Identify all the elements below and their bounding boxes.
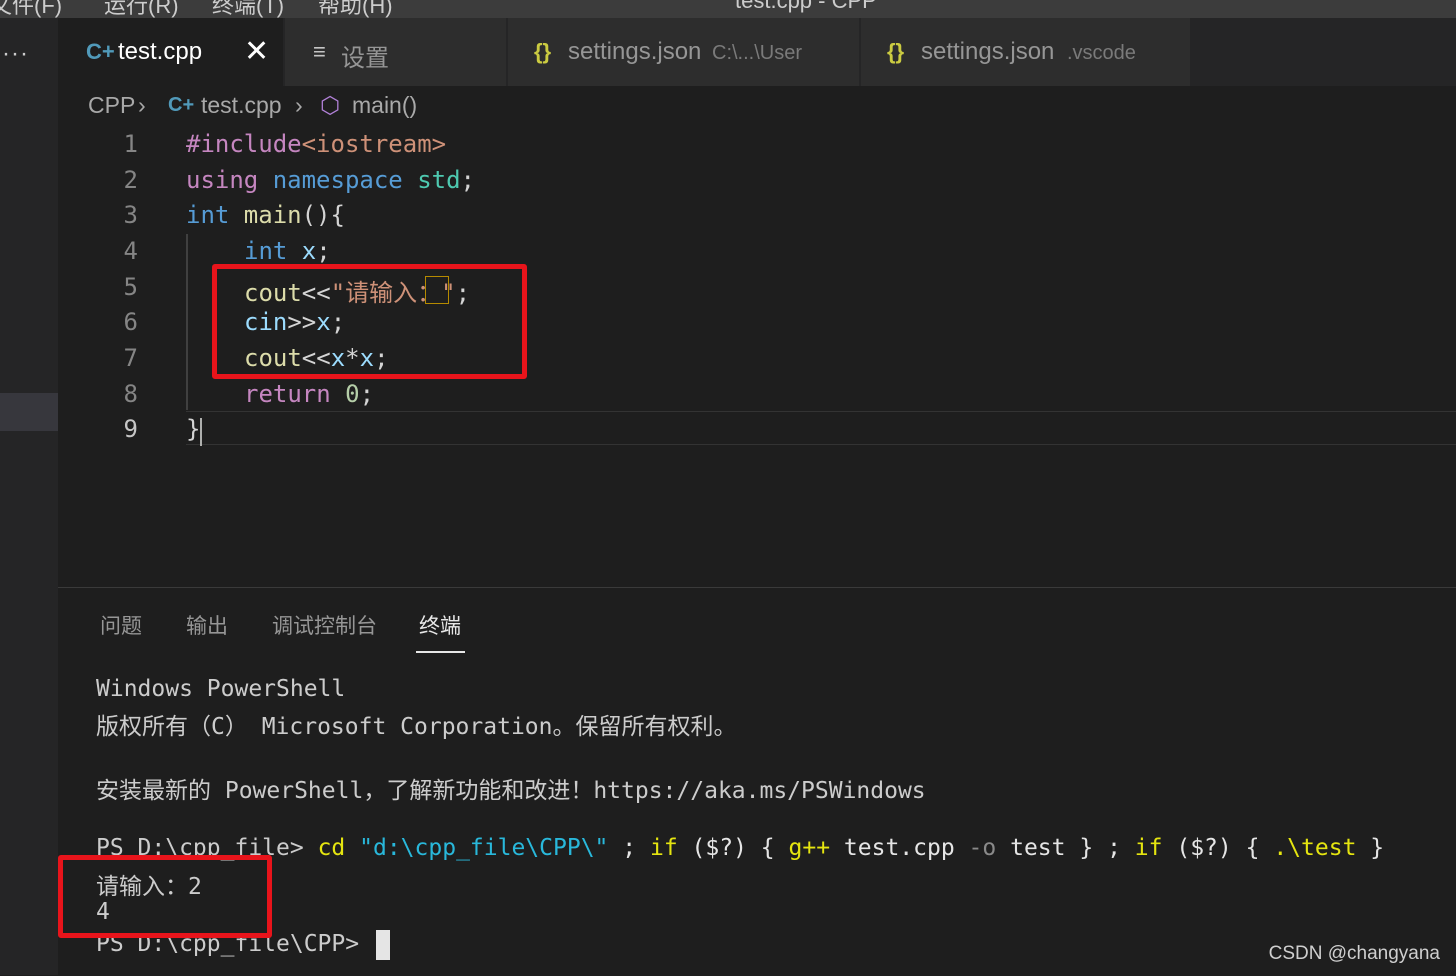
activity-bar: ···: [0, 18, 58, 975]
line-number: 3: [123, 201, 138, 229]
line-number: 5: [123, 273, 138, 301]
code-line-2: using namespace std;: [186, 166, 475, 194]
panel-tab-terminal[interactable]: 终端: [419, 610, 461, 640]
highlight-box-code: [212, 264, 527, 379]
breadcrumb-folder[interactable]: CPP: [88, 92, 135, 119]
more-actions-icon[interactable]: ···: [2, 40, 29, 68]
close-icon[interactable]: ✕: [244, 34, 269, 69]
breadcrumb-file[interactable]: test.cpp: [201, 92, 282, 119]
code-line-1: #include<iostream>: [186, 130, 447, 158]
tab-label: test.cpp: [118, 38, 203, 65]
terminal-command-line: PS D:\cpp_file> cd "d:\cpp_file\CPP\" ; …: [96, 835, 1385, 861]
menu-item-help[interactable]: 帮助(H): [318, 0, 393, 18]
tab-label: settings.json: [921, 38, 1055, 65]
active-tab-underline: [416, 651, 465, 653]
json-braces-icon: {}: [534, 39, 552, 64]
menu-item-terminal[interactable]: 终端(T): [212, 0, 284, 18]
terminal-line-1: Windows PowerShell: [96, 676, 346, 702]
tab-settings-json-user[interactable]: {} settings.json C:\...\User: [508, 18, 860, 86]
tab-settings-json-vscode[interactable]: {} settings.json .vscode: [861, 18, 1191, 86]
chevron-right-icon: ›: [138, 92, 146, 118]
code-line-8: return 0;: [244, 380, 375, 408]
panel-tab-debug-console[interactable]: 调试控制台: [272, 610, 377, 640]
terminal-line-3: 安装最新的 PowerShell，了解新功能和改进！https://aka.ms…: [96, 778, 926, 804]
menu-bar: 文件(F) 运行(R) 终端(T) 帮助(H) test.cpp - CPP: [0, 0, 1456, 18]
watermark: CSDN @changyana: [1268, 943, 1440, 964]
line-number: 8: [123, 380, 138, 408]
activity-highlight: [0, 393, 58, 431]
bottom-panel: 问题 输出 调试控制台 终端 Windows PowerShell 版权所有（C…: [58, 587, 1456, 976]
line-number: 2: [123, 166, 138, 194]
menu-item-run[interactable]: 运行(R): [104, 0, 179, 18]
tab-test-cpp[interactable]: C+ test.cpp ✕: [58, 18, 284, 86]
code-line-3: int main(){: [186, 201, 345, 229]
tab-settings[interactable]: ≡ 设置: [285, 18, 507, 86]
line-number: 4: [123, 237, 138, 265]
json-braces-icon: {}: [887, 39, 905, 64]
code-line-4: int x;: [244, 237, 331, 265]
settings-list-icon: ≡: [313, 39, 326, 64]
tab-label: 设置: [341, 45, 389, 72]
menu-item-file[interactable]: 文件(F): [0, 0, 62, 18]
breadcrumb-symbol[interactable]: main(): [352, 92, 417, 119]
panel-tab-output[interactable]: 输出: [186, 610, 228, 640]
cpp-file-icon: C+: [86, 39, 115, 64]
tab-label: settings.json: [568, 38, 702, 65]
text-cursor: [200, 418, 202, 446]
current-line-border: [186, 411, 1456, 412]
code-editor[interactable]: 1 2 3 4 5 6 7 8 9 #include<iostream> usi…: [58, 126, 1456, 586]
indent-guide: [186, 234, 188, 410]
code-line-9: }: [186, 415, 201, 443]
method-cube-icon: ⬡: [320, 92, 341, 118]
line-number: 1: [123, 130, 138, 158]
window-title: test.cpp - CPP: [735, 0, 877, 13]
line-number: 6: [123, 308, 138, 336]
line-number: 7: [123, 344, 138, 372]
line-number-current: 9: [123, 415, 138, 443]
editor-tab-bar: C+ test.cpp ✕ ≡ 设置 {} settings.json C:\.…: [58, 18, 1456, 86]
tab-description: .vscode: [1067, 42, 1136, 64]
cpp-file-icon: C+: [168, 94, 195, 116]
panel-tab-problems[interactable]: 问题: [100, 610, 142, 640]
current-line-border: [186, 444, 1456, 445]
chevron-right-icon: ›: [295, 92, 303, 118]
highlight-box-output: [58, 855, 272, 938]
tab-description: C:\...\User: [712, 42, 803, 64]
terminal-cursor: [376, 930, 390, 960]
terminal-line-2: 版权所有（C） Microsoft Corporation。保留所有权利。: [96, 714, 737, 740]
